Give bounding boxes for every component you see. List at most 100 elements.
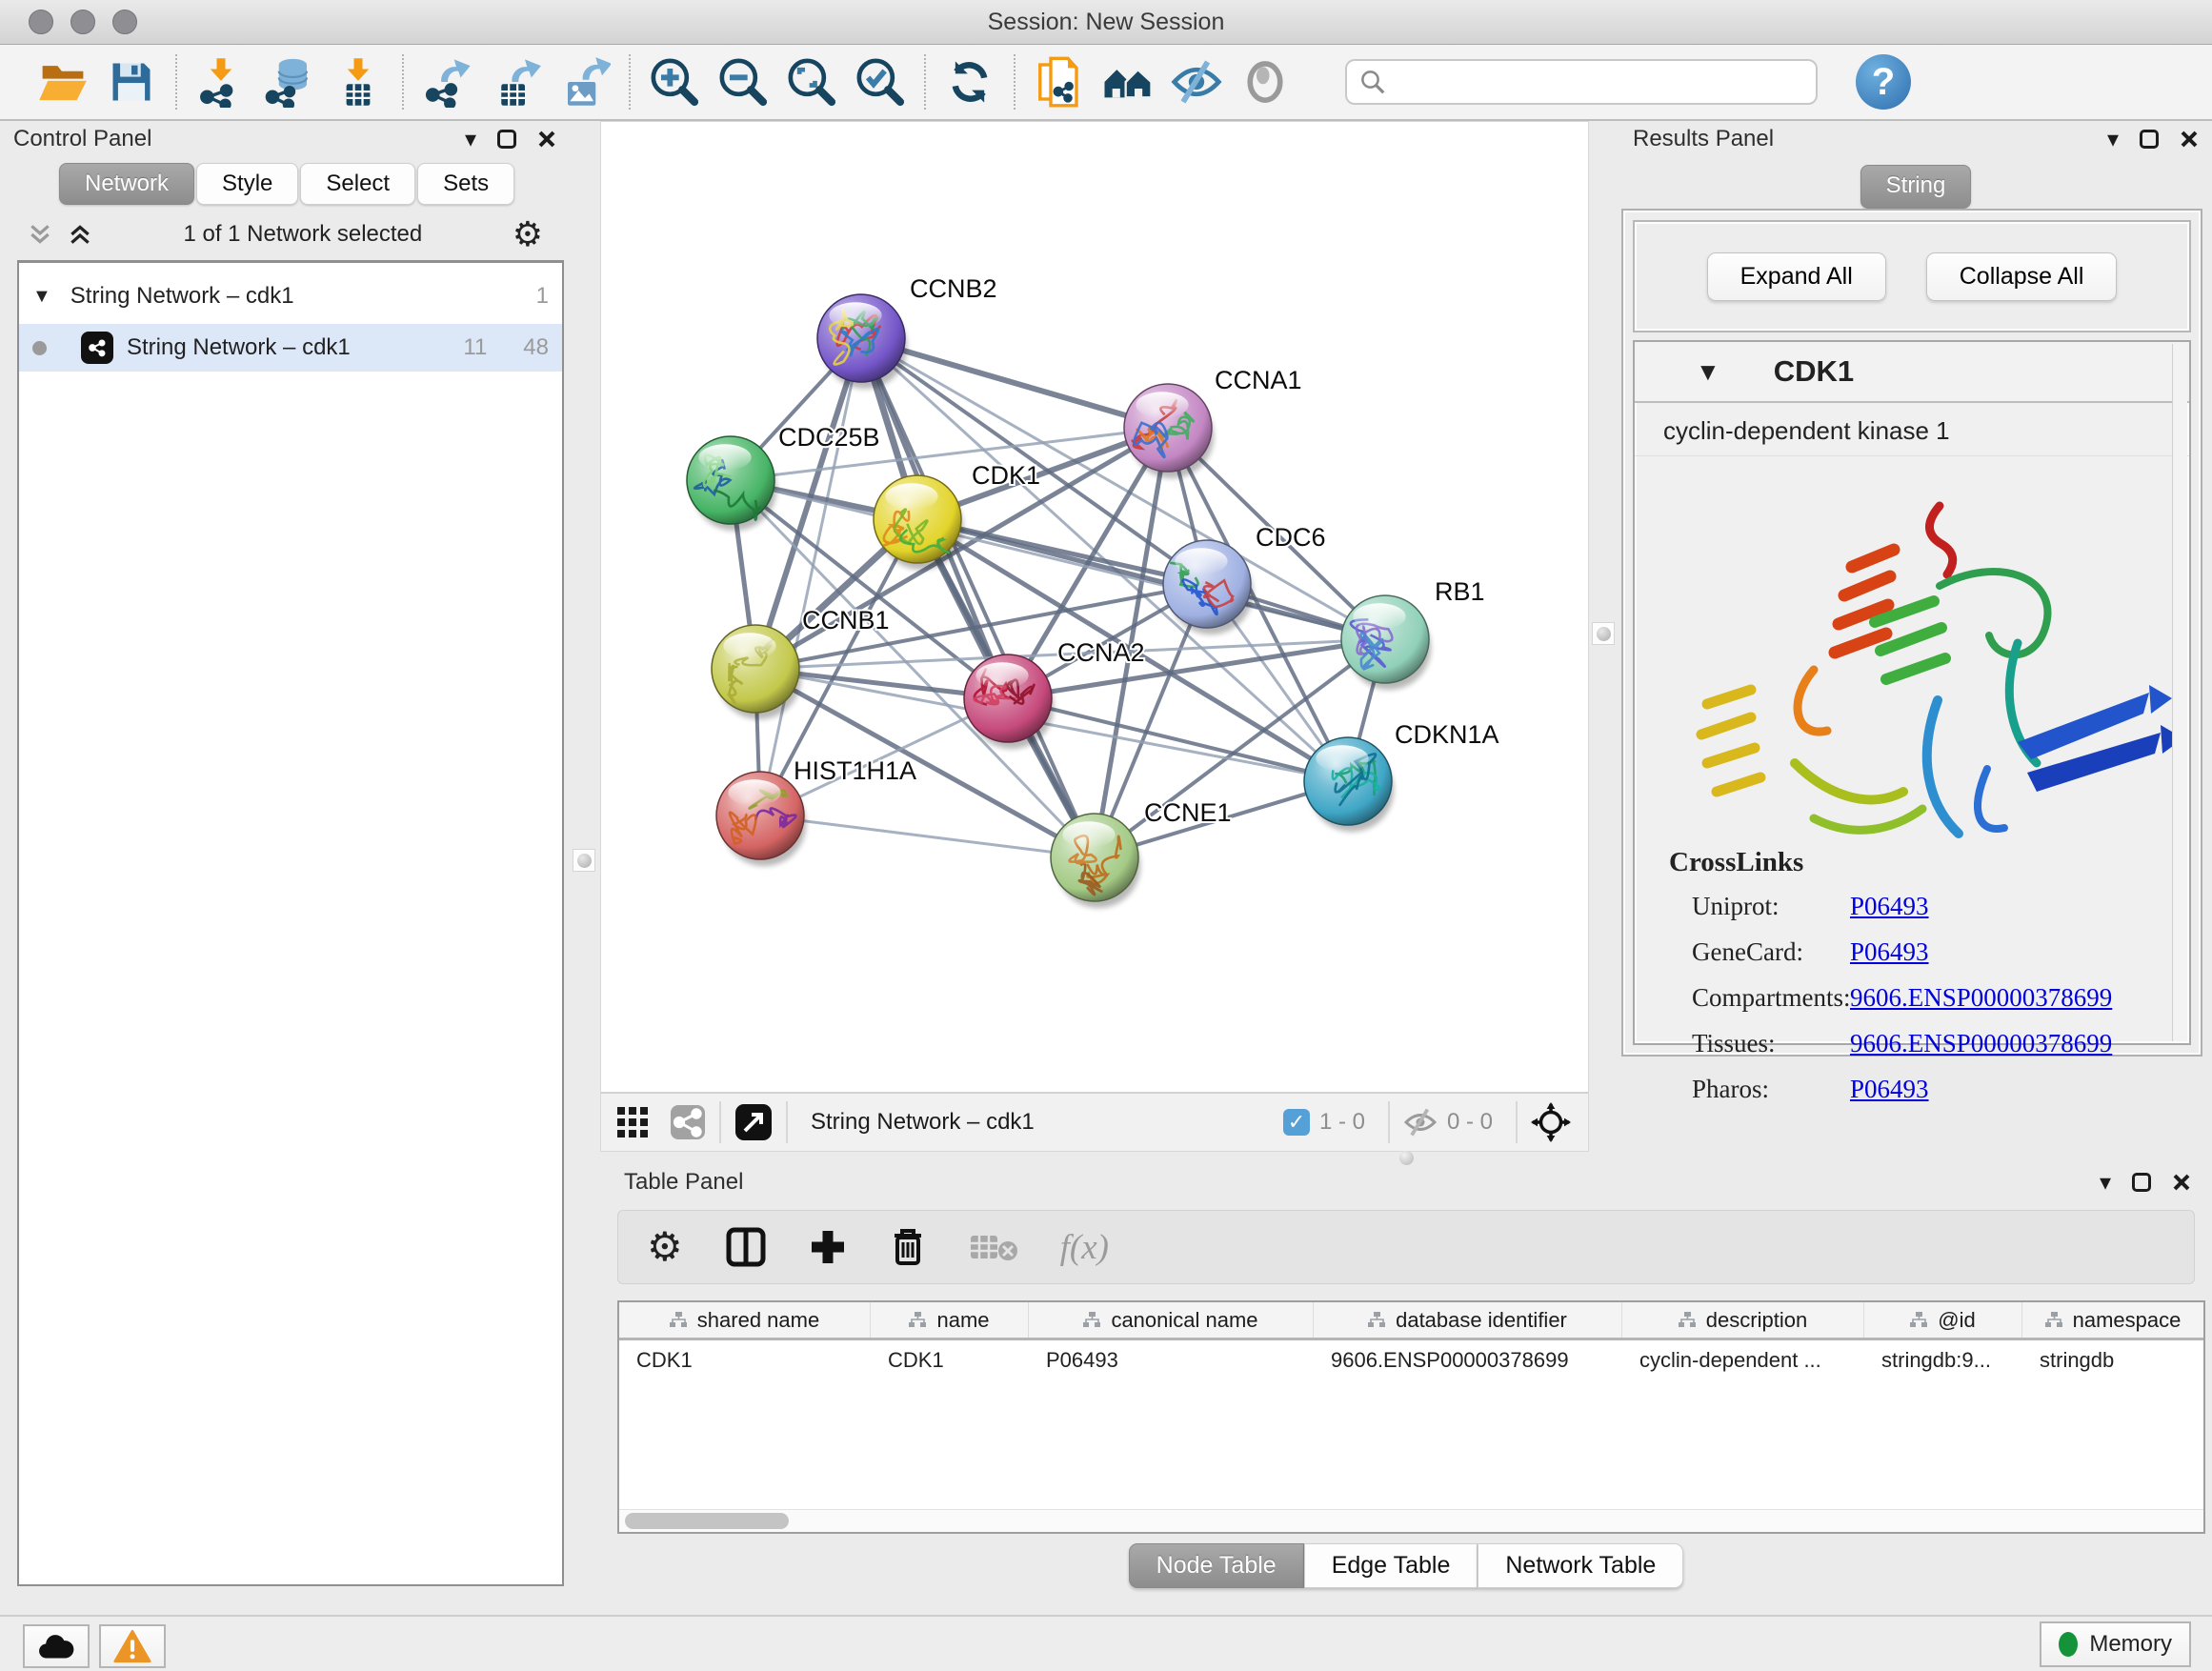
right-splitter-handle[interactable] <box>1592 622 1615 645</box>
network-edge[interactable] <box>760 338 861 815</box>
zoom-selected-button[interactable] <box>846 50 915 113</box>
control-panel-float-icon[interactable] <box>497 130 516 149</box>
open-session-button[interactable] <box>29 50 97 113</box>
first-neighbors-button[interactable] <box>1094 50 1162 113</box>
column-header--id[interactable]: @id <box>1864 1302 2022 1338</box>
show-all-button[interactable] <box>1231 50 1299 113</box>
export-image-button[interactable] <box>551 50 619 113</box>
tab-node-table[interactable]: Node Table <box>1129 1543 1304 1588</box>
add-column-icon[interactable] <box>809 1228 847 1266</box>
status-bar: Memory <box>0 1615 2212 1671</box>
save-session-button[interactable] <box>97 50 166 113</box>
table-row[interactable]: CDK1CDK1P064939606.ENSP00000378699cyclin… <box>619 1340 2203 1380</box>
cell-name[interactable]: CDK1 <box>871 1348 1029 1373</box>
zoom-fit-button[interactable] <box>777 50 846 113</box>
export-network-button[interactable] <box>413 50 482 113</box>
clone-network-button[interactable] <box>1025 50 1094 113</box>
column-header-database-identifier[interactable]: database identifier <box>1314 1302 1622 1338</box>
hide-selected-button[interactable] <box>1162 50 1231 113</box>
tab-string[interactable]: String <box>1860 165 1972 209</box>
column-header-namespace[interactable]: namespace <box>2022 1302 2203 1338</box>
left-splitter[interactable] <box>570 121 600 1152</box>
network-node[interactable]: CCNE1 <box>1051 798 1232 901</box>
show-columns-icon[interactable] <box>725 1226 767 1268</box>
node-table: shared namenamecanonical namedatabase id… <box>617 1300 2205 1534</box>
selected-checkbox-icon[interactable]: ✓ <box>1283 1109 1310 1136</box>
cloud-button[interactable] <box>23 1624 90 1668</box>
network-node[interactable]: CDKN1A <box>1304 720 1499 825</box>
network-edge[interactable] <box>760 815 1095 857</box>
cell-database-identifier[interactable]: 9606.ENSP00000378699 <box>1314 1348 1622 1373</box>
cell-canonical-name[interactable]: P06493 <box>1029 1348 1314 1373</box>
results-panel-collapse-icon[interactable]: ▾ <box>2107 126 2119 153</box>
network-node[interactable]: RB1 <box>1341 577 1485 683</box>
left-splitter-handle[interactable] <box>573 849 595 872</box>
detach-view-icon[interactable] <box>734 1103 773 1141</box>
network-collection-row[interactable]: ▼ String Network – cdk1 1 <box>19 274 562 318</box>
horizontal-splitter[interactable] <box>600 1152 2212 1164</box>
network-graph[interactable]: CCNB2CCNA1CDC25BCDK1CDC6RB1CCNB1CCNA2CDK… <box>601 122 1588 1092</box>
results-scrollbar[interactable] <box>2172 344 2187 1041</box>
collapse-all-networks-icon[interactable] <box>27 222 53 247</box>
warnings-button[interactable] <box>99 1624 166 1668</box>
grid-view-icon[interactable] <box>616 1106 649 1138</box>
horizontal-splitter-handle[interactable] <box>1399 1151 1414 1165</box>
zoom-out-button[interactable] <box>709 50 777 113</box>
tab-edge-table[interactable]: Edge Table <box>1304 1543 1478 1588</box>
network-edge[interactable] <box>861 338 1168 428</box>
column-header-shared-name[interactable]: shared name <box>619 1302 871 1338</box>
scrollbar-thumb[interactable] <box>625 1513 789 1529</box>
collapse-all-button[interactable]: Collapse All <box>1926 252 2118 301</box>
crosslink-genecard-link[interactable]: P06493 <box>1850 937 1929 967</box>
tab-sets[interactable]: Sets <box>417 163 514 205</box>
column-header-canonical-name[interactable]: canonical name <box>1029 1302 1314 1338</box>
crosslink-pharos-link[interactable]: P06493 <box>1850 1075 1929 1104</box>
control-panel-collapse-icon[interactable]: ▾ <box>465 126 476 153</box>
right-splitter[interactable] <box>1589 121 1619 1152</box>
cell-description[interactable]: cyclin-dependent ... <box>1622 1348 1864 1373</box>
control-panel-close-icon[interactable] <box>537 130 556 149</box>
network-options-gear-icon[interactable]: ⚙ <box>513 214 543 254</box>
table-panel-collapse-icon[interactable]: ▾ <box>2100 1169 2111 1197</box>
cell--id[interactable]: stringdb:9... <box>1864 1348 2022 1373</box>
tab-network-table[interactable]: Network Table <box>1478 1543 1683 1588</box>
table-settings-gear-icon[interactable]: ⚙ <box>647 1227 683 1267</box>
tab-select[interactable]: Select <box>300 163 415 205</box>
table-panel-float-icon[interactable] <box>2132 1173 2151 1192</box>
crosslink-uniprot-link[interactable]: P06493 <box>1850 892 1929 921</box>
network-row[interactable]: String Network – cdk1 11 48 <box>19 324 562 372</box>
collection-expand-icon[interactable]: ▼ <box>32 286 51 308</box>
network-node[interactable]: HIST1H1A <box>716 756 916 859</box>
birdseye-view-icon[interactable] <box>1531 1102 1571 1142</box>
column-header-name[interactable]: name <box>871 1302 1029 1338</box>
cell-namespace[interactable]: stringdb <box>2022 1348 2203 1373</box>
network-node[interactable]: CCNA1 <box>1124 366 1302 472</box>
results-panel-float-icon[interactable] <box>2140 130 2159 149</box>
import-table-button[interactable] <box>324 50 392 113</box>
column-header-description[interactable]: description <box>1622 1302 1864 1338</box>
export-table-button[interactable] <box>482 50 551 113</box>
zoom-in-button[interactable] <box>640 50 709 113</box>
search-input[interactable] <box>1387 69 1787 95</box>
tab-network[interactable]: Network <box>59 163 194 205</box>
crosslink-compartments-link[interactable]: 9606.ENSP00000378699 <box>1850 983 2112 1013</box>
import-network-database-button[interactable] <box>255 50 324 113</box>
cell-shared-name[interactable]: CDK1 <box>619 1348 871 1373</box>
expand-all-networks-icon[interactable] <box>67 222 93 247</box>
table-panel-close-icon[interactable] <box>2172 1173 2191 1192</box>
network-share-view-icon[interactable] <box>670 1104 706 1140</box>
gene-header-row[interactable]: ▼ CDK1 <box>1635 342 2189 403</box>
tab-style[interactable]: Style <box>196 163 298 205</box>
network-canvas[interactable]: CCNB2CCNA1CDC25BCDK1CDC6RB1CCNB1CCNA2CDK… <box>601 122 1588 1092</box>
expand-all-button[interactable]: Expand All <box>1707 252 1886 301</box>
crosslink-tissues-link[interactable]: 9606.ENSP00000378699 <box>1850 1029 2112 1058</box>
memory-button[interactable]: Memory <box>2040 1621 2191 1667</box>
crosslink-label: Compartments: <box>1669 983 1850 1013</box>
refresh-button[interactable] <box>935 50 1004 113</box>
table-horizontal-scrollbar[interactable] <box>619 1509 2203 1532</box>
import-network-file-button[interactable] <box>187 50 255 113</box>
help-button[interactable]: ? <box>1856 54 1911 110</box>
gene-collapse-icon[interactable]: ▼ <box>1696 357 1720 387</box>
delete-column-icon[interactable] <box>889 1226 927 1268</box>
results-panel-close-icon[interactable] <box>2180 130 2199 149</box>
